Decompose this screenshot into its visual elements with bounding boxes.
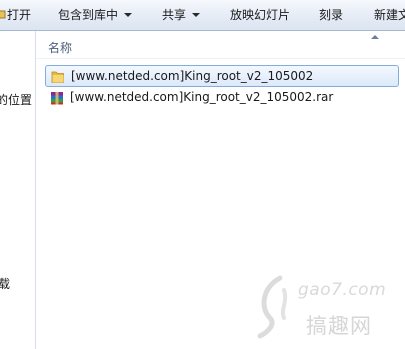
watermark-name: 搞趣网: [306, 314, 372, 338]
open-label: 打开: [7, 8, 32, 22]
open-icon: [0, 10, 6, 19]
navigation-pane: 的位置 载: [0, 31, 35, 349]
file-name: [www.netded.com]King_root_v2_105002.rar: [70, 90, 334, 104]
chevron-down-icon: [192, 13, 201, 17]
new-folder-button[interactable]: 新建文: [374, 0, 405, 31]
file-row-archive[interactable]: [www.netded.com]King_root_v2_105002.rar: [45, 87, 399, 109]
nav-item-disk[interactable]: 载: [0, 275, 10, 292]
burn-label: 刻录: [319, 8, 344, 22]
new-folder-label: 新建文: [374, 8, 405, 22]
chevron-down-icon: [124, 13, 133, 17]
slideshow-button[interactable]: 放映幻灯片: [230, 0, 290, 31]
watermark-url: gao7.com: [298, 280, 387, 300]
column-header-name[interactable]: 名称: [48, 39, 72, 56]
nav-item-recent-places[interactable]: 的位置: [0, 91, 32, 108]
header-divider: [36, 58, 405, 59]
watermark-logo-icon: [257, 275, 288, 339]
file-list: 名称 [www.netded.com]King_root_v2_105002 […: [36, 31, 405, 349]
share-label: 共享: [162, 8, 187, 22]
folder-icon: [51, 71, 64, 83]
sort-arrow-icon: [371, 35, 379, 39]
include-in-library-label: 包含到库中: [58, 8, 119, 22]
slideshow-label: 放映幻灯片: [230, 8, 291, 22]
share-button[interactable]: 共享: [162, 0, 201, 31]
rar-archive-icon: [51, 92, 63, 105]
command-bar: 打开 包含到库中 共享 放映幻灯片 刻录 新建文: [0, 0, 405, 31]
file-row-folder[interactable]: [www.netded.com]King_root_v2_105002: [45, 65, 399, 87]
file-name: [www.netded.com]King_root_v2_105002: [71, 69, 314, 83]
include-in-library-button[interactable]: 包含到库中: [58, 0, 133, 31]
burn-button[interactable]: 刻录: [319, 0, 343, 31]
